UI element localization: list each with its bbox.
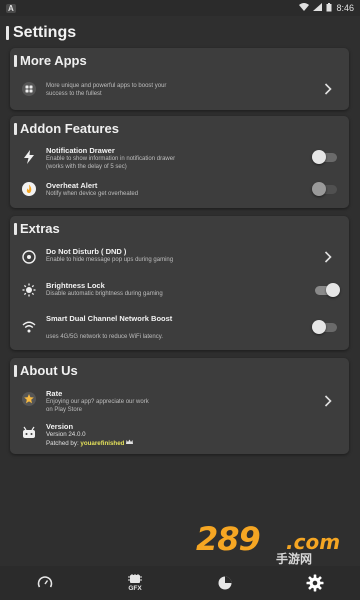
more-apps-header: More Apps	[14, 53, 87, 68]
rate-description: Enjoying our app? appreciate our work on…	[46, 399, 149, 413]
lightning-bolt-icon	[20, 148, 38, 166]
addon-features-header: Addon Features	[14, 121, 119, 136]
more-apps-row[interactable]: More unique and powerful apps to boost y…	[10, 76, 349, 102]
notification-drawer-title: Notification Drawer	[46, 146, 115, 155]
chevron-right-icon	[323, 394, 333, 408]
patched-by-label: Patched by:	[46, 440, 79, 447]
more-apps-title: More Apps	[20, 53, 87, 68]
site-watermark: 289 .com 手游网	[196, 520, 346, 566]
overheat-alert-row[interactable]: Overheat Alert Notify when device get ov…	[10, 178, 349, 202]
do-not-disturb-icon	[20, 248, 38, 266]
wifi-icon	[299, 3, 310, 13]
extras-title: Extras	[20, 221, 60, 236]
gfx-label: GFX	[128, 585, 142, 592]
flame-icon	[20, 180, 38, 198]
extras-card: Extras Do Not Disturb ( DND ) Enable to …	[10, 216, 349, 350]
nav-speedometer[interactable]	[25, 569, 65, 597]
addon-features-card: Addon Features Notification Drawer Enabl…	[10, 116, 349, 208]
version-number: Version 24.0.0	[46, 431, 86, 438]
notification-drawer-description: Enable to show information in notificati…	[46, 156, 176, 170]
rate-title: Rate	[46, 389, 63, 398]
battery-icon	[326, 2, 332, 14]
brightness-icon	[20, 281, 38, 299]
patched-by-name: youarefinished	[80, 440, 125, 447]
dnd-title: Do Not Disturb ( DND )	[46, 247, 127, 256]
extras-header: Extras	[14, 221, 60, 236]
status-time: 8:46	[336, 3, 354, 13]
addon-features-title: Addon Features	[20, 121, 119, 136]
more-apps-card: More Apps More unique and powerful apps …	[10, 48, 349, 110]
section-accent-bar	[14, 122, 17, 135]
watermark-chinese-text: 手游网	[276, 552, 313, 566]
about-us-header: About Us	[14, 363, 78, 378]
version-title: Version	[46, 422, 74, 431]
brightness-lock-title: Brightness Lock	[46, 281, 105, 290]
signal-icon	[313, 3, 323, 13]
star-icon	[20, 390, 38, 408]
about-us-card: About Us Rate Enjoying our app? apprecia…	[10, 358, 349, 454]
crown-icon	[126, 439, 134, 447]
chevron-right-icon	[323, 250, 333, 264]
wifi-icon	[20, 318, 38, 336]
section-accent-bar	[14, 364, 17, 377]
toggle-knob	[312, 182, 326, 196]
brightness-lock-toggle[interactable]	[315, 283, 340, 297]
toggle-knob	[326, 283, 340, 297]
patched-by-line: Patched by: youarefinished	[46, 439, 246, 448]
status-bar: A 8:46	[0, 0, 360, 16]
page-title: Settings	[6, 24, 76, 42]
notification-drawer-toggle[interactable]	[312, 150, 337, 164]
network-boost-row[interactable]: Smart Dual Channel Network Boost uses 4G…	[10, 312, 349, 346]
more-apps-description: More unique and powerful apps to boost y…	[46, 83, 167, 97]
section-accent-bar	[14, 54, 17, 67]
network-boost-description: uses 4G/5G network to reduce WiFi latenc…	[46, 334, 163, 340]
overheat-alert-toggle[interactable]	[312, 182, 337, 196]
nav-settings[interactable]	[295, 569, 335, 597]
android-robot-icon	[20, 424, 38, 442]
rate-row[interactable]: Rate Enjoying our app? appreciate our wo…	[10, 386, 349, 414]
about-us-title: About Us	[20, 363, 78, 378]
network-boost-title: Smart Dual Channel Network Boost	[46, 314, 173, 323]
network-boost-toggle[interactable]	[312, 320, 337, 334]
pie-chart-icon	[218, 576, 232, 590]
overheat-alert-title: Overheat Alert	[46, 181, 98, 190]
brightness-lock-description: Disable automatic brightness during gami…	[46, 291, 163, 297]
version-row: Version Version 24.0.0 Patched by: youar…	[10, 420, 349, 452]
watermark-number: 289	[196, 520, 261, 558]
speedometer-icon	[37, 576, 53, 588]
notification-drawer-row[interactable]: Notification Drawer Enable to show infor…	[10, 144, 349, 174]
overheat-alert-description: Notify when device get overheated	[46, 191, 139, 197]
chevron-right-icon	[323, 82, 333, 96]
page-title-text: Settings	[13, 24, 77, 41]
section-accent-bar	[14, 222, 17, 235]
bottom-navigation: GFX	[0, 566, 360, 600]
dnd-description: Enable to hide message pop ups during ga…	[46, 257, 174, 263]
toggle-knob	[312, 150, 326, 164]
nav-gfx[interactable]: GFX	[115, 569, 155, 597]
title-accent-bar	[6, 26, 9, 40]
dnd-row[interactable]: Do Not Disturb ( DND ) Enable to hide me…	[10, 244, 349, 270]
apps-grid-icon	[20, 80, 38, 98]
app-notification-badge: A	[6, 3, 16, 13]
brightness-lock-row[interactable]: Brightness Lock Disable automatic bright…	[10, 278, 349, 302]
gear-icon	[306, 574, 324, 592]
toggle-knob	[312, 320, 326, 334]
nav-stats[interactable]	[205, 569, 245, 597]
